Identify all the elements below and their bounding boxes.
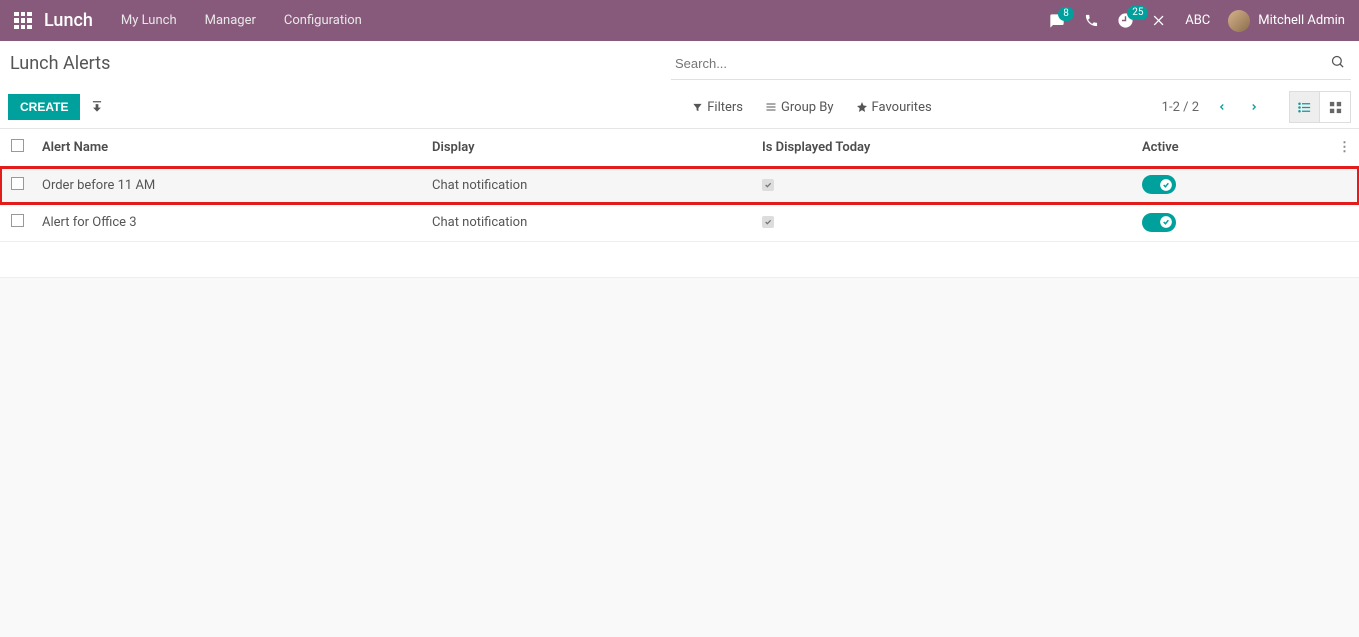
cell-active bbox=[1134, 167, 1330, 205]
user-menu[interactable]: Mitchell Admin bbox=[1228, 10, 1345, 32]
view-switcher bbox=[1289, 91, 1351, 123]
pager: 1-2 / 2 bbox=[1162, 96, 1263, 118]
cell-display: Chat notification bbox=[424, 167, 754, 205]
main-menu: My Lunch Manager Configuration bbox=[121, 13, 362, 28]
breadcrumb: Lunch Alerts bbox=[8, 53, 110, 74]
col-display[interactable]: Display bbox=[424, 129, 754, 167]
menu-manager[interactable]: Manager bbox=[205, 13, 256, 28]
list-view-button[interactable] bbox=[1290, 92, 1320, 122]
close-tools-icon[interactable] bbox=[1152, 13, 1167, 28]
groupby-label: Group By bbox=[781, 100, 834, 115]
import-button[interactable] bbox=[80, 94, 114, 120]
pager-prev[interactable] bbox=[1213, 96, 1231, 118]
cell-is-displayed-today bbox=[754, 167, 1134, 205]
cell-alert-name: Alert for Office 3 bbox=[34, 204, 424, 242]
table-footer bbox=[0, 242, 1359, 278]
alerts-table: Alert Name Display Is Displayed Today Ac… bbox=[0, 129, 1359, 242]
activities-icon[interactable]: 25 bbox=[1117, 12, 1134, 29]
app-brand[interactable]: Lunch bbox=[44, 10, 93, 31]
menu-my-lunch[interactable]: My Lunch bbox=[121, 13, 177, 28]
active-toggle[interactable] bbox=[1142, 213, 1176, 232]
top-navbar: Lunch My Lunch Manager Configuration 8 2… bbox=[0, 0, 1359, 41]
messages-icon[interactable]: 8 bbox=[1048, 13, 1066, 29]
search-tools: Filters Group By Favourites bbox=[692, 100, 931, 115]
pager-next[interactable] bbox=[1245, 96, 1263, 118]
table-row[interactable]: Order before 11 AMChat notification bbox=[0, 167, 1359, 205]
user-name: Mitchell Admin bbox=[1258, 13, 1345, 28]
create-button[interactable]: CREATE bbox=[8, 94, 80, 120]
search-box bbox=[671, 48, 1351, 80]
cell-active bbox=[1134, 204, 1330, 242]
control-panel: Lunch Alerts CREATE Filters Group By Fav… bbox=[0, 41, 1359, 129]
favourites-button[interactable]: Favourites bbox=[856, 100, 932, 115]
list-view: Alert Name Display Is Displayed Today Ac… bbox=[0, 129, 1359, 278]
table-row[interactable]: Alert for Office 3Chat notification bbox=[0, 204, 1359, 242]
cell-alert-name: Order before 11 AM bbox=[34, 167, 424, 205]
col-options-icon[interactable]: ⋮ bbox=[1330, 129, 1359, 167]
kanban-view-button[interactable] bbox=[1320, 92, 1350, 122]
messages-badge: 8 bbox=[1058, 7, 1074, 21]
search-input[interactable] bbox=[671, 48, 1351, 80]
col-active[interactable]: Active bbox=[1134, 129, 1330, 167]
pager-text[interactable]: 1-2 / 2 bbox=[1162, 100, 1199, 115]
row-checkbox[interactable] bbox=[11, 177, 24, 190]
filters-label: Filters bbox=[707, 100, 743, 115]
search-icon[interactable] bbox=[1330, 54, 1345, 69]
col-alert-name[interactable]: Alert Name bbox=[34, 129, 424, 167]
groupby-button[interactable]: Group By bbox=[765, 100, 834, 115]
menu-configuration[interactable]: Configuration bbox=[284, 13, 362, 28]
cell-is-displayed-today bbox=[754, 204, 1134, 242]
systray: 8 25 ABC Mitchell Admin bbox=[1048, 10, 1345, 32]
filters-button[interactable]: Filters bbox=[692, 100, 743, 115]
cell-display: Chat notification bbox=[424, 204, 754, 242]
company-switcher[interactable]: ABC bbox=[1185, 13, 1210, 28]
activities-badge: 25 bbox=[1127, 6, 1148, 20]
avatar bbox=[1228, 10, 1250, 32]
apps-icon[interactable] bbox=[14, 12, 32, 30]
col-is-displayed-today[interactable]: Is Displayed Today bbox=[754, 129, 1134, 167]
select-all-checkbox[interactable] bbox=[11, 139, 24, 152]
favourites-label: Favourites bbox=[872, 100, 932, 115]
phone-icon[interactable] bbox=[1084, 13, 1099, 28]
row-checkbox[interactable] bbox=[11, 214, 24, 227]
active-toggle[interactable] bbox=[1142, 175, 1176, 194]
